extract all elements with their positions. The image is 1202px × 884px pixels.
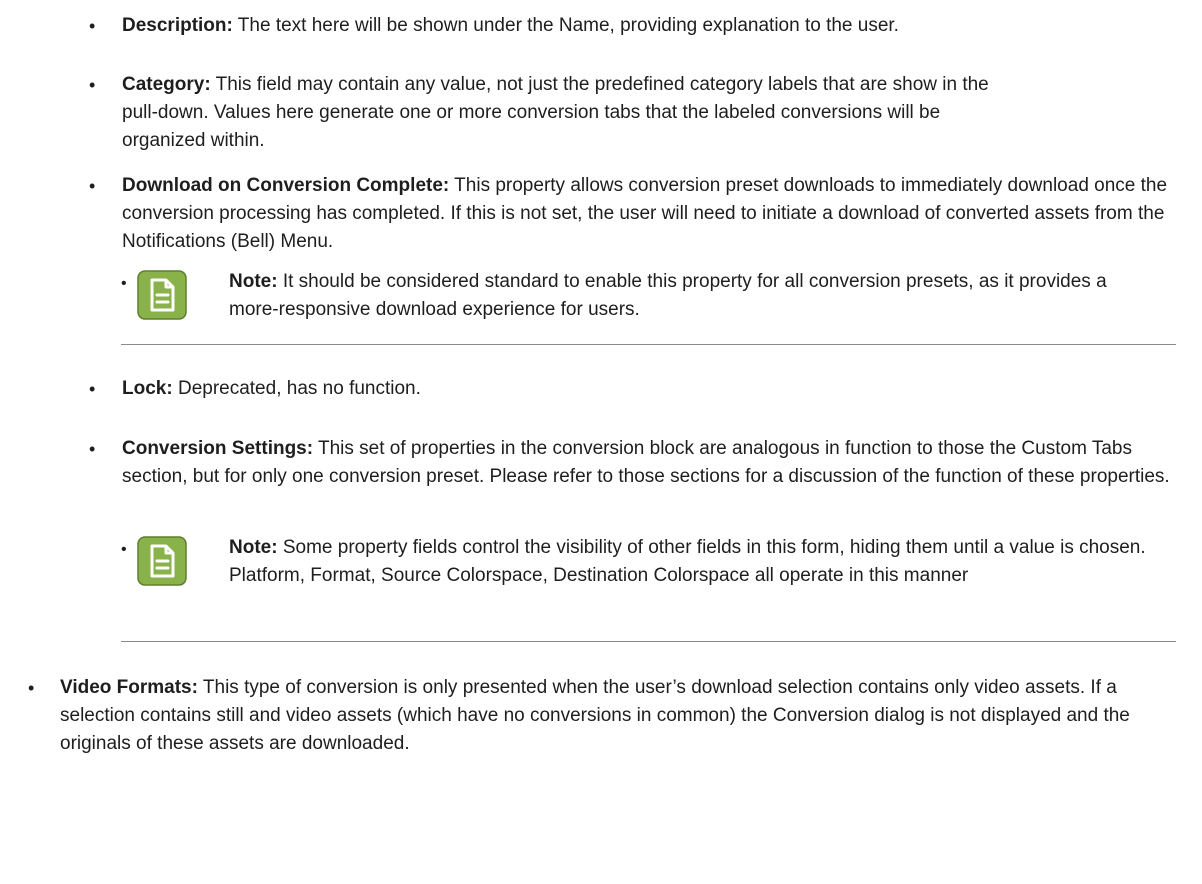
document-page: • Description: The text here will be sho… [0,0,1202,884]
document-note-icon [137,536,187,586]
item-term: Video Formats: [60,677,198,698]
item-body: This type of conversion is only presente… [60,677,1130,754]
bullet: • [89,379,96,399]
item-term: Category: [122,74,211,95]
note-box: • Note: It should be considered standard… [121,268,1176,345]
document-note-icon [137,270,187,320]
note-label: Note: [229,271,278,292]
note-body: Some property fields control the visibil… [229,537,1146,586]
item-term: Lock: [122,378,173,399]
note-body: It should be considered standard to enab… [229,271,1107,320]
bullet: • [89,16,96,36]
item-body: This field may contain any value, not ju… [122,74,989,151]
bullet: • [121,541,127,558]
note-box: • Note: Some property fields control the… [121,534,1176,642]
item-term: Description: [122,15,233,36]
note-label: Note: [229,537,278,558]
item-term: Conversion Settings: [122,438,314,459]
bullet: • [89,439,96,459]
item-body: The text here will be shown under the Na… [232,15,899,36]
item-body: Deprecated, has no function. [172,378,421,399]
bullet: • [89,75,96,95]
bullet: • [89,176,96,196]
bullet: • [121,275,127,292]
bullet: • [28,678,35,698]
item-term: Download on Conversion Complete: [122,175,450,196]
